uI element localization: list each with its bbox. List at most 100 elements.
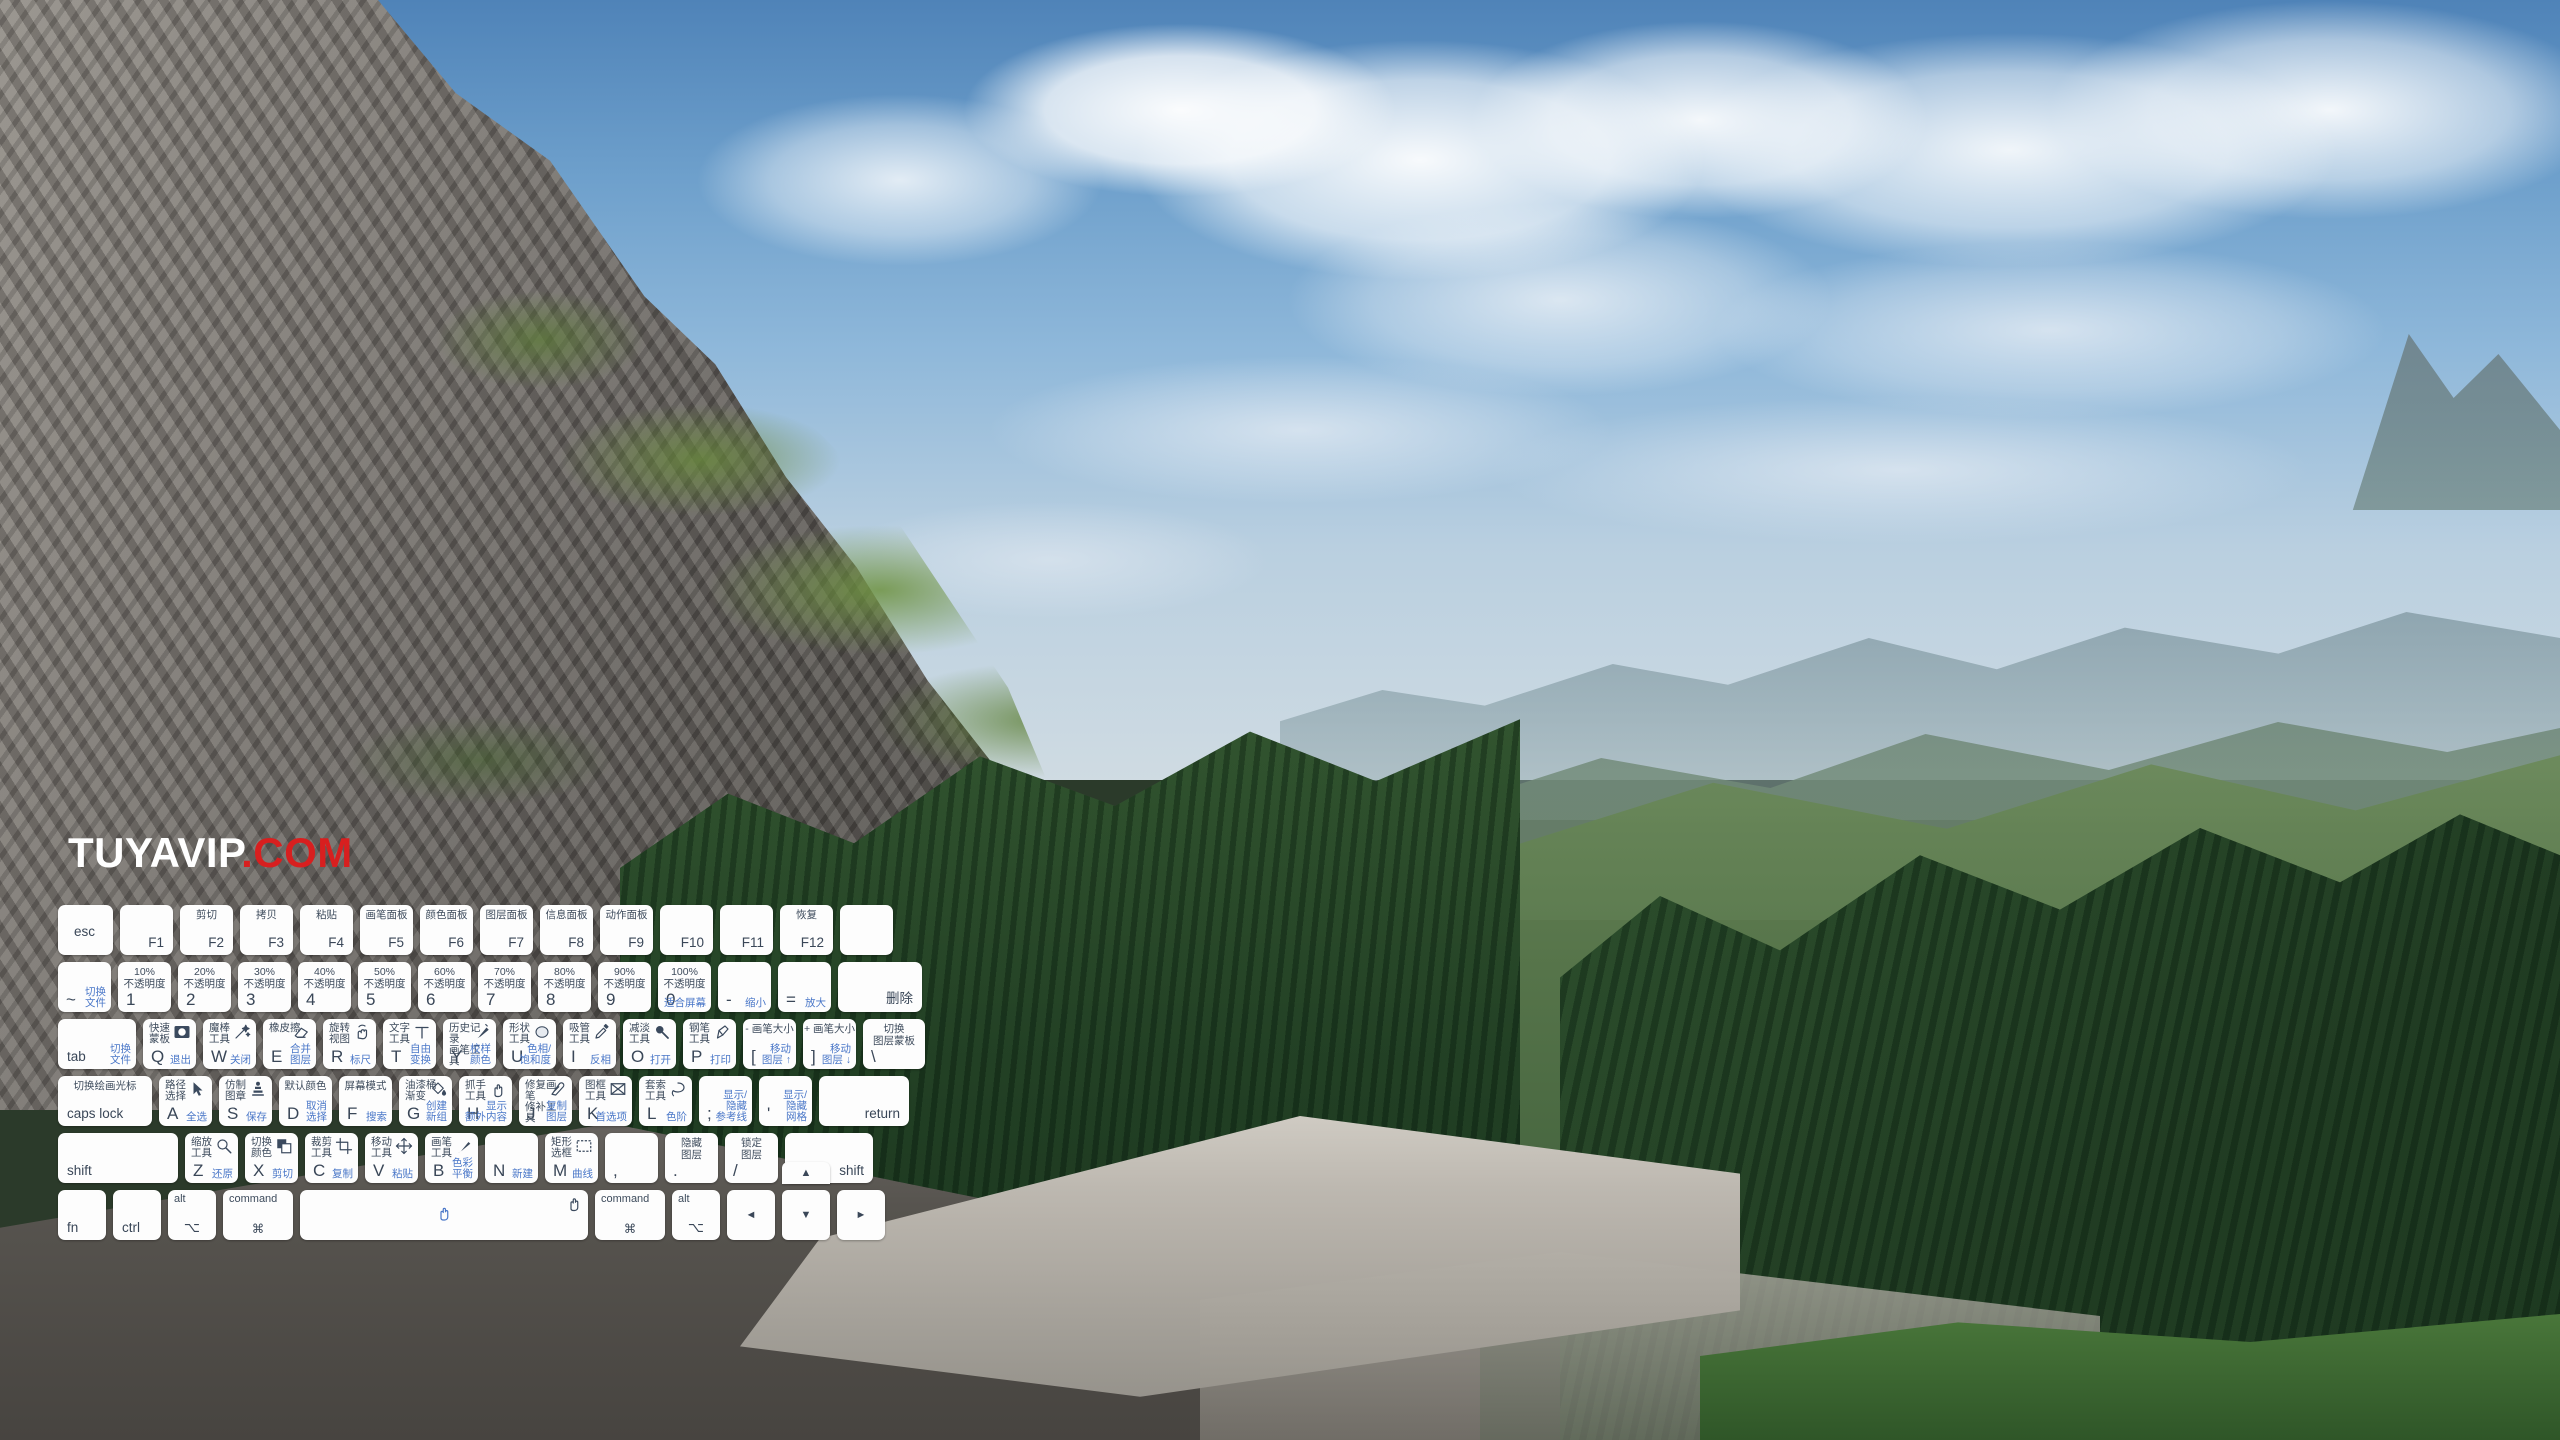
key-g[interactable]: 油漆桶 渐变 G 创建 新组: [399, 1076, 452, 1126]
key-7[interactable]: 70% 不透明度 7: [478, 962, 531, 1012]
key-i[interactable]: 吸管 工具 I 反相: [563, 1019, 616, 1069]
key-o[interactable]: 减淡 工具 O 打开: [623, 1019, 676, 1069]
key-f3[interactable]: 拷贝 F3: [240, 905, 293, 955]
key-l[interactable]: 套索 工具 L 色阶: [639, 1076, 692, 1126]
key-blank[interactable]: + 画笔大小] 移动 图层 ↓: [803, 1019, 856, 1069]
key-d[interactable]: 默认颜色 D 取消 选择: [279, 1076, 332, 1126]
key-0[interactable]: 100% 不透明度 0 适合屏幕: [658, 962, 711, 1012]
key-top-label: 切换 图层蒙板: [873, 1023, 915, 1047]
key-label: \: [871, 1047, 876, 1066]
key-6[interactable]: 60% 不透明度 6: [418, 962, 471, 1012]
key-3[interactable]: 30% 不透明度 3: [238, 962, 291, 1012]
key-return[interactable]: return: [819, 1076, 909, 1126]
key-z[interactable]: 缩放 工具 Z 还原: [185, 1133, 238, 1183]
key-f6[interactable]: 颜色面板 F6: [420, 905, 473, 955]
key-9[interactable]: 90% 不透明度 9: [598, 962, 651, 1012]
key-u[interactable]: 形状 工具 U 色相/饱和度: [503, 1019, 556, 1069]
key-f8[interactable]: 信息面板 F8: [540, 905, 593, 955]
key-f9[interactable]: 动作面板 F9: [600, 905, 653, 955]
eraser-icon: [293, 1023, 311, 1041]
key-blank[interactable]: ; 显示/隐藏 参考线: [699, 1076, 752, 1126]
key-t[interactable]: 文字 工具 T 自由 变换: [383, 1019, 436, 1069]
key-blank[interactable]: 锁定 图层 /: [725, 1133, 778, 1183]
key-sub-label: 复制: [332, 1167, 353, 1180]
key-k[interactable]: 图框 工具 K 首选项: [579, 1076, 632, 1126]
key-label: R: [331, 1047, 344, 1066]
key-c[interactable]: 裁剪 工具 C 复制: [305, 1133, 358, 1183]
key-删除[interactable]: 删除: [838, 962, 922, 1012]
key-x[interactable]: 切换 颜色 X 剪切: [245, 1133, 298, 1183]
key-blank[interactable]: = 放大: [778, 962, 831, 1012]
key-blank[interactable]: - 缩小: [718, 962, 771, 1012]
key-s[interactable]: 仿制 图章 S 保存: [219, 1076, 272, 1126]
key-alt[interactable]: alt ⌥: [168, 1190, 216, 1240]
key-command[interactable]: command ⌘: [595, 1190, 665, 1240]
key-arrow-down[interactable]: ▼: [782, 1190, 830, 1240]
key-blank[interactable]: ' 显示/隐藏 网格: [759, 1076, 812, 1126]
key-f5[interactable]: 画笔面板 F5: [360, 905, 413, 955]
key-p[interactable]: 钢笔 工具 P 打印: [683, 1019, 736, 1069]
key-4[interactable]: 40% 不透明度 4: [298, 962, 351, 1012]
key-label: P: [691, 1047, 703, 1066]
key-f1[interactable]: F1: [120, 905, 173, 955]
key-alt[interactable]: alt ⌥: [672, 1190, 720, 1240]
key-label: F10: [680, 935, 704, 950]
key-blank[interactable]: ,: [605, 1133, 658, 1183]
clone-stamp-icon: [249, 1080, 267, 1098]
key-blank[interactable]: 隐藏 图层.: [665, 1133, 718, 1183]
key-arrow-up[interactable]: ▲: [782, 1162, 830, 1184]
key-arrow-left[interactable]: ◄: [727, 1190, 775, 1240]
key-fn[interactable]: fn: [58, 1190, 106, 1240]
key-b[interactable]: 画笔 工具 B 色彩 平衡: [425, 1133, 478, 1183]
key-f10[interactable]: F10: [660, 905, 713, 955]
key-top-label: 信息面板: [545, 909, 588, 921]
key-blank[interactable]: [840, 905, 893, 955]
key-tab[interactable]: tab 切换 文件: [58, 1019, 136, 1069]
key-label: return: [864, 1106, 900, 1121]
key-top-label: 画笔 工具: [431, 1136, 452, 1160]
key-h[interactable]: 抓手 工具 H 显示 额外内容: [459, 1076, 512, 1126]
key-w[interactable]: 魔棒 工具 W 关闭: [203, 1019, 256, 1069]
key-f12[interactable]: 恢复 F12: [780, 905, 833, 955]
key-v[interactable]: 移动 工具 V 粘贴: [365, 1133, 418, 1183]
modifier-key-row: fn ctrl alt ⌥ command ⌘ command ⌘ alt ⌥ ◄ ▲ ▼ ►: [58, 1162, 1398, 1240]
key-f[interactable]: 屏幕模式 F 搜索: [339, 1076, 392, 1126]
key-esc[interactable]: esc: [58, 905, 113, 955]
key-label: L: [647, 1104, 657, 1123]
path-select-icon: [189, 1080, 207, 1098]
key-arrow-right[interactable]: ►: [837, 1190, 885, 1240]
key-j[interactable]: 修复画笔 修补工具 J 复制 图层: [519, 1076, 572, 1126]
key-command[interactable]: command ⌘: [223, 1190, 293, 1240]
key-label: J: [527, 1104, 536, 1123]
key-label: Y: [451, 1047, 463, 1066]
key-label: Z: [193, 1161, 204, 1180]
key-caps-lock[interactable]: 切换绘画光标 caps lock: [58, 1076, 152, 1126]
key-a[interactable]: 路径 选择 A 全选: [159, 1076, 212, 1126]
frame-tool-icon: [609, 1080, 627, 1098]
key-label: ': [767, 1104, 771, 1123]
key-shift[interactable]: shift: [58, 1133, 178, 1183]
key-f4[interactable]: 粘贴 F4: [300, 905, 353, 955]
key-blank[interactable]: 切换 图层蒙板 \: [863, 1019, 925, 1069]
key-ctrl[interactable]: ctrl: [113, 1190, 161, 1240]
key-2[interactable]: 20% 不透明度 2: [178, 962, 231, 1012]
key-y[interactable]: 历史记录 画笔工具 Y 校样 颜色: [443, 1019, 496, 1069]
key-1[interactable]: 10% 不透明度 1: [118, 962, 171, 1012]
key-f11[interactable]: F11: [720, 905, 773, 955]
key-blank[interactable]: ~ 切换 文件: [58, 962, 111, 1012]
key-m[interactable]: 矩形 选框 M 曲线: [545, 1133, 598, 1183]
key-f7[interactable]: 图层面板 F7: [480, 905, 533, 955]
key-e[interactable]: 橡皮擦 E 合并 图层: [263, 1019, 316, 1069]
key-blank[interactable]: - 画笔大小 [移动 图层 ↑: [743, 1019, 796, 1069]
key-top-label: 剪切: [196, 909, 217, 921]
key-f2[interactable]: 剪切 F2: [180, 905, 233, 955]
key-sub-label: 打印: [710, 1053, 731, 1066]
key-blank[interactable]: [300, 1190, 588, 1240]
key-r[interactable]: 旋转 视图 R 标尺: [323, 1019, 376, 1069]
key-sub-label: 新建: [512, 1167, 533, 1180]
watermark-name: TUYAVIP: [68, 829, 242, 876]
key-8[interactable]: 80% 不透明度 8: [538, 962, 591, 1012]
key-q[interactable]: 快速 蒙板 Q 退出: [143, 1019, 196, 1069]
key-n[interactable]: N 新建: [485, 1133, 538, 1183]
key-5[interactable]: 50% 不透明度 5: [358, 962, 411, 1012]
